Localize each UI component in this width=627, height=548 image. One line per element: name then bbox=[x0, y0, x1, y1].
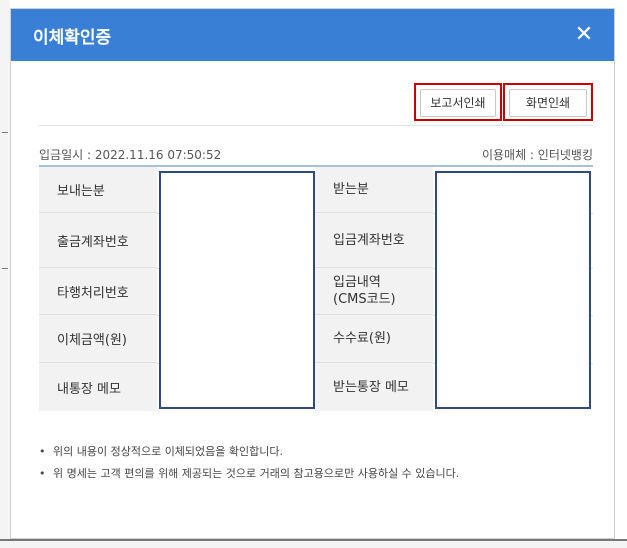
channel-info: 이용매체 : 인터넷뱅킹 bbox=[481, 148, 593, 162]
redacted-sender-values bbox=[159, 171, 315, 409]
notes-list: 위의 내용이 정상적으로 이체되었음을 확인합니다. 위 명세는 고객 편의를 … bbox=[39, 441, 459, 485]
label-recipient: 받는분 bbox=[315, 167, 433, 213]
edge-tick bbox=[2, 268, 8, 269]
label-transfer-amount: 이체금액(원) bbox=[39, 315, 157, 363]
note-item: 위의 내용이 정상적으로 이체되었음을 확인합니다. bbox=[39, 441, 459, 463]
screen-print-button[interactable]: 화면인쇄 bbox=[509, 89, 587, 117]
background-window-bottom bbox=[0, 539, 627, 548]
redacted-recipient-values bbox=[435, 171, 591, 409]
close-icon[interactable]: ✕ bbox=[570, 21, 598, 49]
toolbar-divider bbox=[39, 125, 593, 126]
label-deposit-account: 입금계좌번호 bbox=[315, 213, 433, 268]
label-sender: 보내는분 bbox=[39, 167, 157, 213]
label-recipient-memo: 받는통장 메모 bbox=[315, 363, 433, 411]
transfer-detail-table: 보내는분 출금계좌번호 타행처리번호 이체금액(원) 내통장 메모 받는분 입금… bbox=[39, 165, 593, 411]
dialog-title: 이체확인증 bbox=[33, 28, 112, 48]
transfer-confirmation-dialog: 이체확인증 ✕ 보고서인쇄 화면인쇄 입금일시 : 2022.11.16 07:… bbox=[10, 8, 615, 539]
label-my-memo: 내통장 메모 bbox=[39, 363, 157, 411]
background-window-edge bbox=[0, 0, 10, 548]
report-print-button[interactable]: 보고서인쇄 bbox=[420, 89, 496, 117]
label-interbank-number: 타행처리번호 bbox=[39, 268, 157, 315]
edge-tick bbox=[2, 132, 8, 133]
note-item: 위 명세는 고객 편의를 위해 제공되는 것으로 거래의 참고용으로만 사용하실… bbox=[39, 463, 459, 485]
label-deposit-details: 입금내역 (CMS코드) bbox=[315, 268, 433, 315]
label-fee: 수수료(원) bbox=[315, 315, 433, 363]
dialog-header: 이체확인증 ✕ bbox=[11, 9, 614, 61]
deposit-datetime: 입금일시 : 2022.11.16 07:50:52 bbox=[39, 148, 222, 162]
label-withdraw-account: 출금계좌번호 bbox=[39, 213, 157, 268]
